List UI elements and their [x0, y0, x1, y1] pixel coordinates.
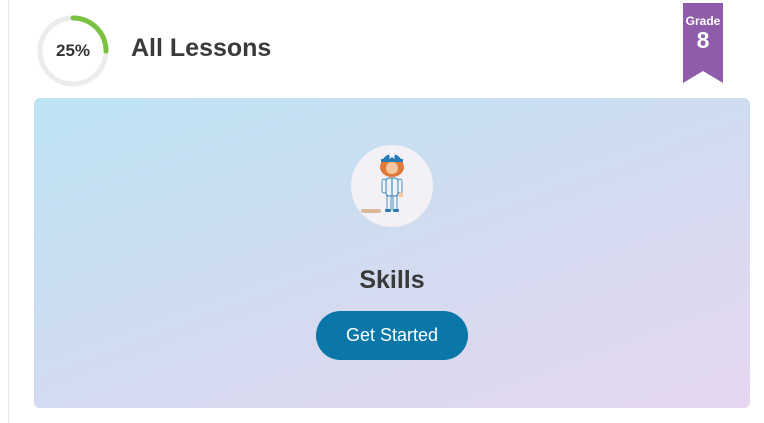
lesson-card: 25% All Lessons Grade 8 Skills Get Start…: [8, 0, 764, 423]
progress-ring: 25%: [36, 14, 110, 88]
lesson-panel: Skills Get Started: [34, 98, 750, 408]
baseball-player-icon: [351, 145, 433, 227]
progress-percent: 25%: [55, 41, 91, 60]
lesson-title: Skills: [359, 266, 425, 294]
grade-badge: Grade 8: [683, 3, 723, 83]
player-illustration: [361, 151, 404, 213]
page-title: All Lessons: [131, 34, 272, 62]
get-started-button[interactable]: Get Started: [316, 311, 468, 360]
grade-number: 8: [696, 27, 710, 53]
grade-label: Grade: [685, 14, 721, 28]
